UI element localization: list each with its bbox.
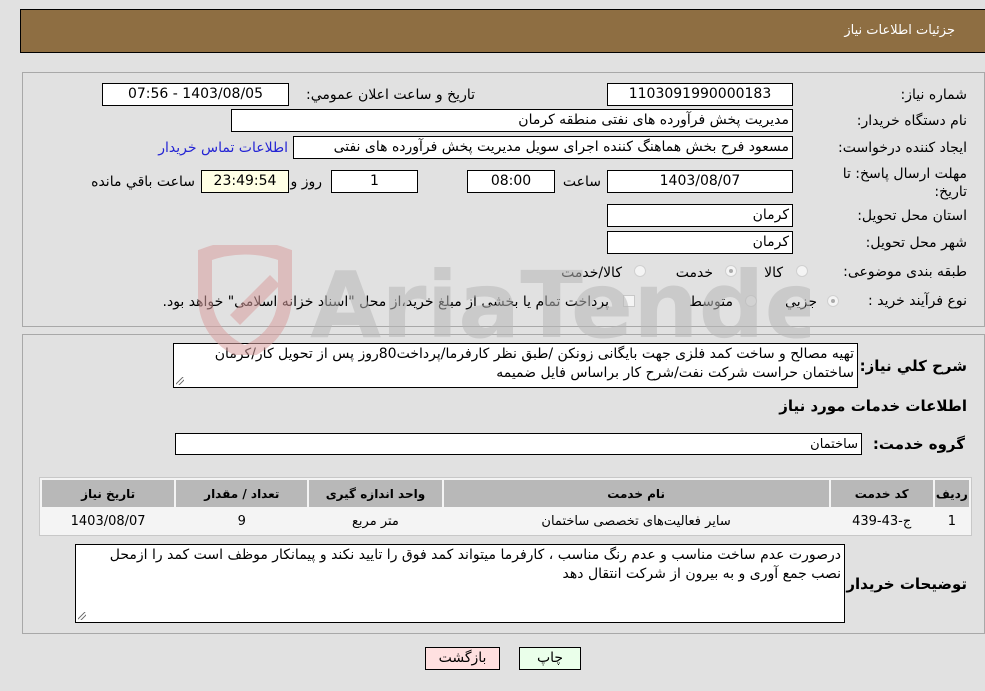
category-radio-service[interactable]: [725, 265, 737, 277]
col-header-quantity: تعداد / مقدار: [176, 480, 308, 507]
table-row: 1 ج-43-439 سایر فعالیت‌های تخصصی ساختمان…: [42, 509, 969, 533]
service-group-field[interactable]: ساختمان: [175, 433, 862, 455]
need-number-label: شماره نیاز:: [900, 87, 968, 103]
remaining-time-label: ساعت باقي مانده: [91, 174, 195, 190]
province-label: استان محل تحویل:: [857, 208, 967, 224]
city-label: شهر محل تحویل:: [865, 235, 967, 251]
services-table: ردیف کد خدمت نام خدمت واحد اندازه گیری ت…: [39, 477, 972, 536]
requester-label: ایجاد کننده درخواست:: [838, 140, 967, 156]
requester-field[interactable]: مسعود فرح بخش هماهنگ کننده اجرای سویل مد…: [293, 136, 793, 159]
treasury-note: پرداخت تمام یا بخشی از مبلغ خرید،از محل …: [162, 294, 609, 310]
remaining-time-field: 23:49:54: [201, 170, 289, 193]
category-option-goods-service: کالا/خدمت: [561, 265, 622, 281]
cell-row-number: 1: [934, 509, 969, 533]
col-header-service-code: کد خدمت: [830, 480, 933, 507]
col-header-service-name: نام خدمت: [443, 480, 829, 507]
cell-unit: متر مربع: [309, 509, 442, 533]
description-text: تهیه مصالح و ساخت کمد فلزی جهت بایگانی ز…: [214, 346, 854, 381]
category-option-goods: کالا: [764, 265, 783, 281]
description-label: شرح کلي نیاز:: [859, 357, 967, 375]
category-radio-goods[interactable]: [796, 265, 808, 277]
buyer-org-field[interactable]: مدیریت پخش فرآورده های نفتی منطقه کرمان: [231, 109, 793, 132]
resize-grip-icon[interactable]: [78, 612, 86, 620]
description-textarea[interactable]: تهیه مصالح و ساخت کمد فلزی جهت بایگانی ز…: [173, 343, 858, 388]
purchase-type-option-medium: متوسط: [689, 294, 733, 310]
services-table-wrapper: ردیف کد خدمت نام خدمت واحد اندازه گیری ت…: [39, 477, 972, 536]
services-section-title: اطلاعات خدمات مورد نیاز: [779, 397, 967, 415]
buyer-org-label: نام دستگاه خریدار:: [856, 113, 967, 129]
announce-datetime-field[interactable]: 1403/08/05 - 07:56: [102, 83, 289, 106]
treasury-checkbox[interactable]: [623, 295, 635, 307]
col-header-row-number: ردیف: [934, 480, 969, 507]
announce-datetime-label: تاریخ و ساعت اعلان عمومي:: [306, 87, 475, 103]
back-button[interactable]: بازگشت: [425, 647, 500, 670]
page-header: جزئیات اطلاعات نیاز: [20, 9, 985, 53]
city-field[interactable]: کرمان: [607, 231, 793, 254]
category-radio-goods-service[interactable]: [634, 265, 646, 277]
need-number-field[interactable]: 1103091990000183: [607, 83, 793, 106]
days-label: روز و: [290, 174, 323, 190]
buyer-notes-textarea[interactable]: درصورت عدم ساخت مناسب و عدم رنگ مناسب ، …: [75, 544, 845, 623]
table-header-row: ردیف کد خدمت نام خدمت واحد اندازه گیری ت…: [42, 480, 969, 507]
deadline-time-field[interactable]: 08:00: [467, 170, 555, 193]
purchase-type-radio-medium[interactable]: [745, 295, 757, 307]
cell-service-code: ج-43-439: [830, 509, 933, 533]
print-button[interactable]: چاپ: [519, 647, 581, 670]
col-header-unit: واحد اندازه گیری: [309, 480, 442, 507]
page-title: جزئیات اطلاعات نیاز: [844, 23, 955, 38]
cell-service-name: سایر فعالیت‌های تخصصی ساختمان: [443, 509, 829, 533]
deadline-label: مهلت ارسال پاسخ: تا تاریخ:: [842, 166, 967, 200]
cell-quantity: 9: [176, 509, 308, 533]
purchase-type-label: نوع فرآیند خرید :: [868, 293, 967, 309]
deadline-time-label: ساعت: [562, 174, 601, 190]
col-header-need-date: تاریخ نیاز: [42, 480, 175, 507]
resize-grip-icon[interactable]: [176, 377, 184, 385]
purchase-type-radio-minor[interactable]: [827, 295, 839, 307]
days-remaining-field[interactable]: 1: [331, 170, 418, 193]
purchase-type-option-minor: جزيي: [785, 294, 817, 310]
category-option-service: خدمت: [675, 265, 713, 281]
service-group-label: گروه خدمت:: [872, 435, 965, 453]
buyer-contact-link[interactable]: اطلاعات تماس خریدار: [158, 140, 288, 156]
deadline-date-field[interactable]: 1403/08/07: [607, 170, 793, 193]
province-field[interactable]: کرمان: [607, 204, 793, 227]
category-label: طبقه بندی موضوعی:: [843, 264, 967, 280]
buyer-notes-label: توضیحات خریدار:: [840, 575, 967, 593]
cell-need-date: 1403/08/07: [42, 509, 175, 533]
buyer-notes-text: درصورت عدم ساخت مناسب و عدم رنگ مناسب ، …: [109, 547, 841, 582]
